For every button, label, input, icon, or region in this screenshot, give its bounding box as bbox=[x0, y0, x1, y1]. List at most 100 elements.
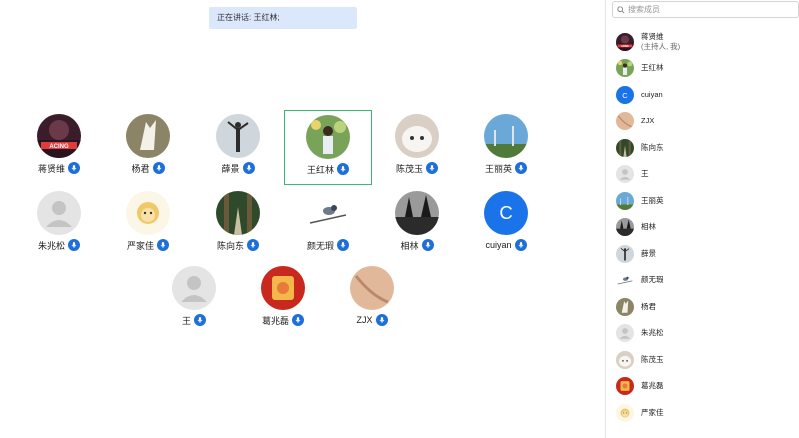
member-search[interactable] bbox=[612, 1, 799, 18]
bird-branch-avatar bbox=[616, 271, 634, 289]
sky-trees-avatar bbox=[616, 192, 634, 210]
participant-tile[interactable]: 王丽英 bbox=[462, 110, 550, 185]
participant-name: ZJX bbox=[356, 315, 373, 325]
member-list-item[interactable]: Ccuiyan bbox=[606, 82, 799, 108]
member-list-item[interactable]: 王丽英 bbox=[606, 188, 799, 214]
member-name: 严家佳 bbox=[641, 408, 664, 418]
participant-name: 陈向东 bbox=[216, 240, 244, 251]
member-list-item[interactable]: 陈向东 bbox=[606, 135, 799, 161]
letter-c-avatar: C bbox=[616, 86, 634, 104]
racing-poster-avatar: ACING bbox=[616, 33, 634, 51]
mic-icon[interactable] bbox=[375, 314, 388, 326]
mic-icon[interactable] bbox=[157, 239, 169, 251]
participant-name: 杨君 bbox=[131, 163, 150, 174]
video-gallery: ACING 蒋贤维 杨君 薛景 王红林 陈茂玉 王丽英朱兆松 严家佳 陈向东 颜无瑕 相林 Ccuiy… bbox=[0, 0, 605, 438]
participant-tile[interactable]: 严家佳 bbox=[104, 187, 192, 262]
participant-tile[interactable]: 颜无瑕 bbox=[284, 187, 372, 262]
participant-name: 严家佳 bbox=[126, 240, 154, 251]
member-list-item[interactable]: 颜无瑕 bbox=[606, 267, 799, 293]
member-name: 杨君 bbox=[641, 302, 656, 312]
member-name: 陈茂玉 bbox=[641, 355, 664, 365]
default-person-avatar bbox=[172, 266, 216, 310]
mic-icon[interactable] bbox=[247, 239, 259, 251]
participant-name: 王丽英 bbox=[484, 163, 512, 174]
svg-text:ACING: ACING bbox=[49, 144, 69, 150]
member-name: 王丽英 bbox=[641, 196, 664, 206]
mic-icon[interactable] bbox=[514, 239, 527, 251]
participant-name: 相林 bbox=[400, 240, 419, 251]
white-figure-avatar bbox=[616, 298, 634, 316]
cartoon-lion-avatar bbox=[126, 191, 170, 235]
member-name-label: 王丽英 bbox=[641, 196, 664, 205]
participant-tile[interactable]: ZJX bbox=[328, 262, 416, 337]
mic-icon[interactable] bbox=[292, 314, 304, 326]
girl-flowers-avatar bbox=[306, 115, 350, 159]
member-name-label: 王 bbox=[641, 169, 649, 178]
bird-branch-avatar bbox=[306, 191, 350, 235]
mic-icon[interactable] bbox=[337, 163, 349, 175]
member-name: 薛景 bbox=[641, 249, 656, 259]
member-name-label: 葛兆磊 bbox=[641, 381, 664, 390]
skin-texture-avatar bbox=[616, 112, 634, 130]
member-list-item[interactable]: 葛兆磊 bbox=[606, 373, 799, 399]
member-name-label: 蒋贤维 bbox=[641, 32, 664, 41]
mic-icon[interactable] bbox=[152, 162, 165, 174]
participant-name-row: cuiyan bbox=[462, 238, 550, 252]
member-name: 朱兆松 bbox=[641, 328, 664, 338]
mic-icon[interactable] bbox=[242, 162, 255, 174]
member-list-item[interactable]: 严家佳 bbox=[606, 400, 799, 426]
participant-name: 陈茂玉 bbox=[395, 163, 423, 174]
member-list-item[interactable]: 王 bbox=[606, 161, 799, 187]
member-name-label: cuiyan bbox=[641, 90, 663, 99]
participant-tile[interactable]: 葛兆磊 bbox=[239, 262, 327, 337]
participant-tile[interactable]: 杨君 bbox=[104, 110, 192, 185]
member-list-item[interactable]: 朱兆松 bbox=[606, 320, 799, 346]
member-list-item[interactable]: 薛景 bbox=[606, 241, 799, 267]
mic-icon[interactable] bbox=[515, 162, 527, 174]
participant-name-row: 蒋贤维 bbox=[15, 161, 103, 175]
racing-poster-avatar: ACING bbox=[37, 114, 81, 158]
member-list-item[interactable]: 杨君 bbox=[606, 294, 799, 320]
member-name: cuiyan bbox=[641, 90, 663, 100]
white-cat-avatar bbox=[395, 114, 439, 158]
member-name: 王 bbox=[641, 169, 649, 179]
participant-tile[interactable]: 陈向东 bbox=[194, 187, 282, 262]
participant-tile[interactable]: 陈茂玉 bbox=[373, 110, 461, 185]
participant-tile[interactable]: 王红林 bbox=[284, 110, 372, 185]
forest-path-avatar bbox=[616, 139, 634, 157]
member-name-label: 陈茂玉 bbox=[641, 355, 664, 364]
participant-tile[interactable]: ACING 蒋贤维 bbox=[15, 110, 103, 185]
participant-name: cuiyan bbox=[485, 240, 512, 250]
member-list-item[interactable]: ZJX bbox=[606, 108, 799, 134]
participant-name-row: 相林 bbox=[373, 238, 461, 252]
participant-name: 颜无瑕 bbox=[306, 240, 334, 251]
participant-tile[interactable]: 薛景 bbox=[194, 110, 282, 185]
participant-tile[interactable]: Ccuiyan bbox=[462, 187, 550, 262]
cartoon-lion-avatar bbox=[616, 404, 634, 422]
participant-tile[interactable]: 王 bbox=[150, 262, 238, 337]
participant-tile[interactable]: 朱兆松 bbox=[15, 187, 103, 262]
member-name-label: 薛景 bbox=[641, 249, 656, 258]
member-name-label: 朱兆松 bbox=[641, 328, 664, 337]
mic-icon[interactable] bbox=[426, 162, 438, 174]
mic-icon[interactable] bbox=[337, 239, 349, 251]
svg-text:ACING: ACING bbox=[621, 45, 629, 48]
mic-icon[interactable] bbox=[68, 162, 80, 174]
member-list-item[interactable]: 王红林 bbox=[606, 55, 799, 81]
bw-trees-avatar bbox=[395, 191, 439, 235]
participant-tile[interactable]: 相林 bbox=[373, 187, 461, 262]
white-cat-avatar bbox=[616, 351, 634, 369]
letter-c-avatar: C bbox=[484, 191, 528, 235]
mic-icon[interactable] bbox=[68, 239, 80, 251]
member-list-item[interactable]: ACING 蒋贤维 (主持人, 我) bbox=[606, 29, 799, 55]
default-person-avatar bbox=[616, 324, 634, 342]
mic-icon[interactable] bbox=[194, 314, 206, 326]
member-list-item[interactable]: 相林 bbox=[606, 214, 799, 240]
member-list-item[interactable]: 陈茂玉 bbox=[606, 347, 799, 373]
search-input[interactable] bbox=[628, 5, 788, 14]
mic-icon[interactable] bbox=[421, 239, 434, 251]
member-name-label: 杨君 bbox=[641, 302, 656, 311]
search-icon bbox=[617, 1, 625, 19]
red-newyear-avatar bbox=[261, 266, 305, 310]
default-person-avatar bbox=[616, 165, 634, 183]
